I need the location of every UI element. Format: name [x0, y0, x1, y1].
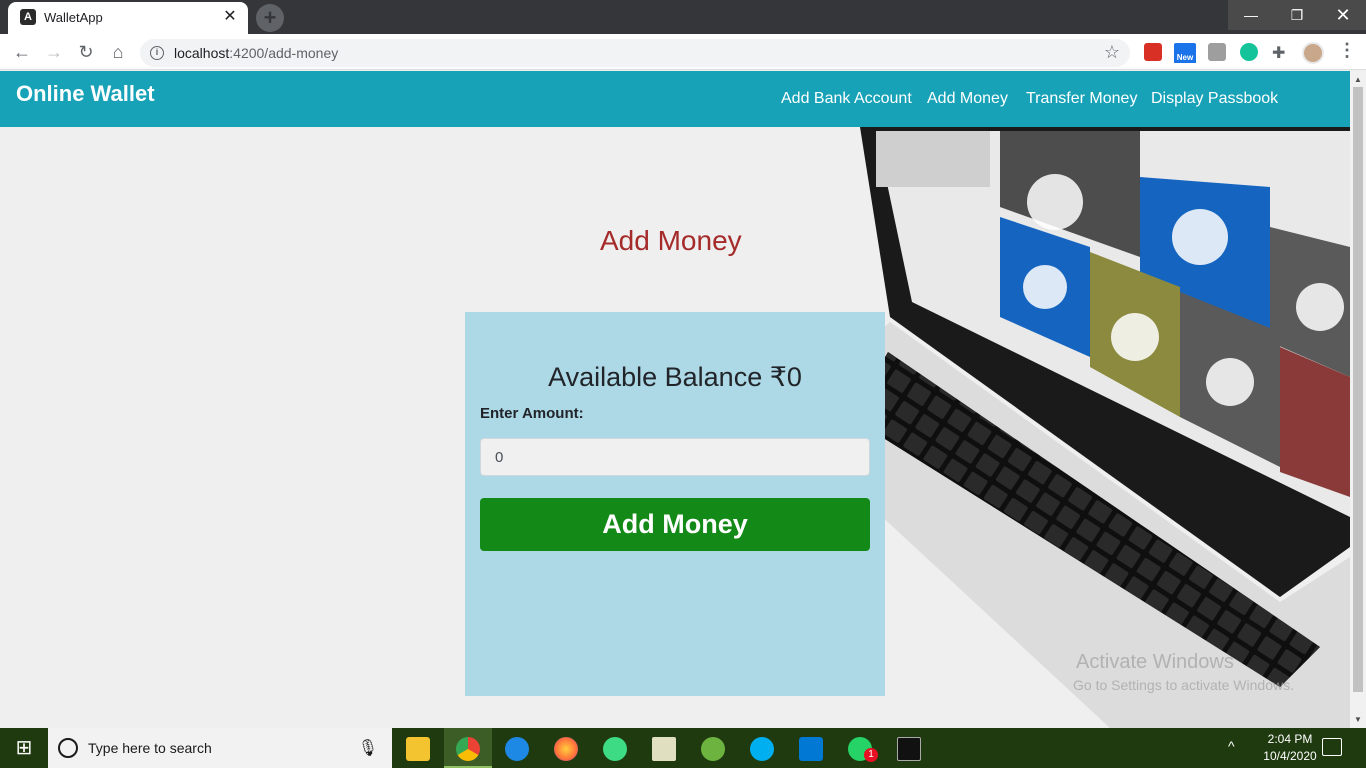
- file-explorer-glyph: [406, 736, 430, 761]
- url-host: localhost: [174, 45, 230, 61]
- page-content: Online Wallet Add Bank Account Add Money…: [0, 71, 1350, 728]
- home-icon[interactable]: ⌂: [106, 40, 130, 64]
- chrome-icon[interactable]: [444, 728, 492, 768]
- skype-glyph: [750, 736, 774, 761]
- firefox-glyph: [554, 736, 578, 761]
- spring-glyph: [701, 736, 725, 761]
- notepad-icon[interactable]: [640, 728, 688, 768]
- amount-label: Enter Amount:: [480, 405, 584, 422]
- extension-new-icon[interactable]: New: [1174, 43, 1196, 63]
- vscode-glyph: [799, 736, 823, 761]
- cortana-circle-icon: [58, 738, 78, 758]
- nav-add-money[interactable]: Add Money: [927, 90, 1008, 108]
- add-money-card: Available Balance ₹0 Enter Amount: Add M…: [465, 312, 885, 696]
- browser-toolbar: ← → ↻ ⌂ i localhost:4200/add-money ☆ New…: [0, 34, 1366, 70]
- forward-arrow-icon[interactable]: →: [42, 40, 66, 64]
- whatsapp-icon[interactable]: 1: [836, 728, 884, 768]
- profile-avatar[interactable]: [1302, 42, 1324, 64]
- url-path: :4200/add-money: [229, 45, 339, 61]
- extensions-puzzle-icon[interactable]: ✚: [1272, 43, 1290, 62]
- file-explorer-icon[interactable]: [394, 728, 442, 768]
- windows-taskbar: ⊞ Type here to search 🎙 1 ^ 2:04 PM 10/4…: [0, 728, 1366, 768]
- info-icon[interactable]: i: [150, 46, 164, 60]
- nav-add-bank-account[interactable]: Add Bank Account: [781, 90, 912, 108]
- extension-new-bar: [1174, 43, 1196, 53]
- terminal-glyph: [897, 736, 921, 761]
- browser-menu-icon[interactable]: ⋮: [1338, 40, 1356, 61]
- extension-new-label: New: [1174, 53, 1196, 63]
- activate-windows-title: Activate Windows: [1076, 651, 1234, 673]
- nav-transfer-money[interactable]: Transfer Money: [1026, 90, 1137, 108]
- minimize-button[interactable]: —: [1228, 0, 1274, 30]
- bookmark-star-icon[interactable]: ☆: [1104, 42, 1120, 63]
- android-studio-icon[interactable]: [591, 728, 639, 768]
- vscode-icon[interactable]: [787, 728, 835, 768]
- reload-icon[interactable]: ↻: [74, 40, 98, 64]
- address-bar[interactable]: i localhost:4200/add-money ☆: [140, 39, 1130, 67]
- nav-display-passbook[interactable]: Display Passbook: [1151, 90, 1278, 108]
- activate-windows-subtitle: Go to Settings to activate Windows.: [1073, 677, 1294, 693]
- browser-tab[interactable]: A WalletApp ✕: [8, 2, 248, 34]
- taskbar-search-text: Type here to search: [88, 740, 212, 756]
- windows-start-icon[interactable]: ⊞: [0, 728, 48, 768]
- taskbar-search-box[interactable]: Type here to search 🎙: [48, 728, 392, 768]
- tray-chevron-up-icon[interactable]: ^: [1228, 738, 1235, 754]
- browser-tabstrip: A WalletApp ✕ + — ❐ ✕: [0, 0, 1366, 34]
- tab-title: WalletApp: [44, 10, 103, 25]
- extension-red-icon[interactable]: [1144, 43, 1162, 61]
- notepad-glyph: [652, 736, 676, 761]
- laptop-illustration: [850, 127, 1350, 728]
- page-scrollbar[interactable]: ▲ ▼: [1350, 71, 1366, 728]
- skype-icon[interactable]: [738, 728, 786, 768]
- firefox-icon[interactable]: [542, 728, 590, 768]
- clock-time[interactable]: 2:04 PM: [1260, 732, 1320, 746]
- available-balance: Available Balance ₹0: [548, 362, 802, 392]
- action-center-icon[interactable]: [1322, 738, 1342, 756]
- brand-title[interactable]: Online Wallet: [16, 81, 155, 107]
- page-title: Add Money: [600, 225, 742, 256]
- edge-icon[interactable]: [493, 728, 541, 768]
- back-arrow-icon[interactable]: ←: [10, 40, 34, 64]
- whatsapp-badge: 1: [864, 748, 878, 762]
- chrome-glyph: [456, 736, 480, 761]
- window-close-button[interactable]: ✕: [1320, 0, 1366, 30]
- microphone-icon[interactable]: 🎙: [358, 738, 378, 758]
- url-text: localhost:4200/add-money: [174, 45, 338, 61]
- clock-date[interactable]: 10/4/2020: [1260, 749, 1320, 763]
- add-money-button[interactable]: Add Money: [480, 498, 870, 551]
- restore-button[interactable]: ❐: [1274, 0, 1320, 30]
- android-studio-glyph: [603, 736, 627, 761]
- extension-grey-icon[interactable]: [1208, 43, 1226, 61]
- scroll-down-arrow-icon[interactable]: ▼: [1354, 715, 1362, 724]
- terminal-icon[interactable]: [885, 728, 933, 768]
- scroll-up-arrow-icon[interactable]: ▲: [1354, 75, 1362, 84]
- edge-glyph: [505, 736, 529, 761]
- tab-close-icon[interactable]: ✕: [220, 7, 240, 27]
- new-tab-button[interactable]: +: [256, 4, 284, 32]
- grammarly-icon[interactable]: [1240, 43, 1258, 61]
- angular-favicon-icon: A: [20, 9, 36, 25]
- spring-icon[interactable]: [689, 728, 737, 768]
- amount-input[interactable]: [480, 438, 870, 476]
- scroll-thumb[interactable]: [1353, 87, 1363, 692]
- top-navbar: Online Wallet Add Bank Account Add Money…: [0, 71, 1350, 127]
